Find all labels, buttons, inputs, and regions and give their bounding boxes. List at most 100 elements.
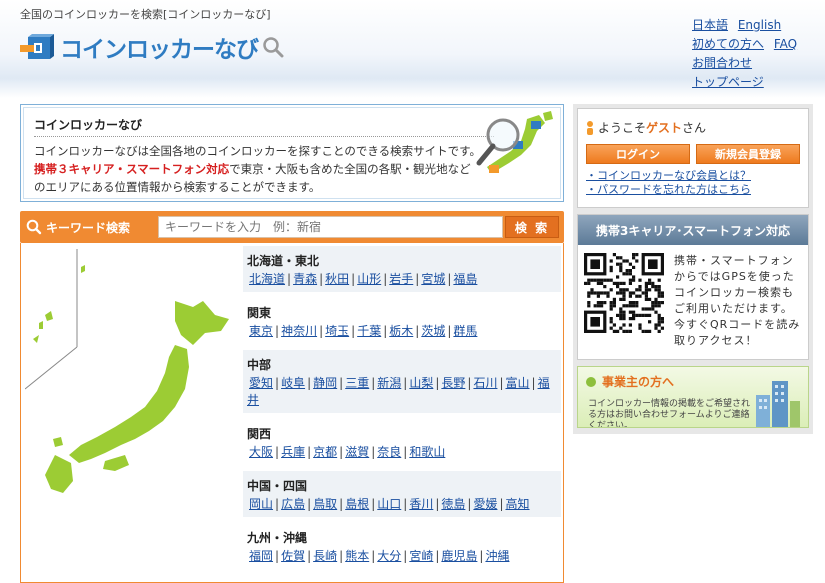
mobile-support-box: 携帯3キャリア･スマートフォン対応 携帯・スマートフォンからではGPSを使ったコ… — [577, 214, 809, 360]
guest-name: ゲスト — [646, 121, 683, 135]
prefecture-link[interactable]: 山梨 — [409, 376, 433, 390]
intro-text: コインロッカーなびは全国各地のコインロッカーを探すことのできる検索サイトです。 … — [34, 144, 482, 194]
keyword-search-input[interactable] — [158, 216, 503, 238]
prefecture-link[interactable]: 沖縄 — [485, 549, 509, 563]
prefecture-link[interactable]: 福岡 — [249, 549, 273, 563]
search-icon — [262, 36, 284, 61]
prefecture-link[interactable]: 北海道 — [249, 272, 285, 286]
prefecture-link[interactable]: 山形 — [357, 272, 381, 286]
prefecture-link[interactable]: 鹿児島 — [441, 549, 477, 563]
region-name: 北海道・東北 — [247, 254, 320, 268]
prefecture-link[interactable]: 栃木 — [389, 324, 413, 338]
prefecture-link[interactable]: 群馬 — [453, 324, 477, 338]
site-logo[interactable]: コインロッカーなび — [20, 30, 284, 64]
prefecture-link[interactable]: 新潟 — [377, 376, 401, 390]
prefecture-link[interactable]: 大分 — [377, 549, 401, 563]
prefecture-link[interactable]: 岡山 — [249, 497, 273, 511]
link-first-time[interactable]: 初めての方へ — [692, 37, 764, 51]
region-block: 関西 大阪 | 兵庫 | 京都 | 滋賀 | 奈良 | 和歌山 — [243, 419, 561, 465]
prefecture-link[interactable]: 三重 — [345, 376, 369, 390]
prefecture-link[interactable]: 東京 — [249, 324, 273, 338]
prefecture-link[interactable]: 秋田 — [325, 272, 349, 286]
region-block: 中部 愛知 | 岐阜 | 静岡 | 三重 | 新潟 | 山梨 | 長野 | 石川 | 富山 | 福井 — [243, 350, 561, 413]
mobile-support-heading: 携帯3キャリア･スマートフォン対応 — [578, 215, 808, 245]
link-faq[interactable]: FAQ — [774, 37, 797, 51]
prefecture-link[interactable]: 長野 — [441, 376, 465, 390]
prefecture-link[interactable]: 埼玉 — [325, 324, 349, 338]
prefecture-link[interactable]: 宮城 — [421, 272, 445, 286]
business-owner-title: 事業主の方へ — [586, 373, 674, 390]
buildings-icon — [752, 377, 802, 427]
region-block: 関東 東京 | 神奈川 | 埼玉 | 千葉 | 栃木 | 茨城 | 群馬 — [243, 298, 561, 344]
prefecture-link[interactable]: 千葉 — [357, 324, 381, 338]
prefecture-link[interactable]: 茨城 — [421, 324, 445, 338]
prefecture-link[interactable]: 愛媛 — [473, 497, 497, 511]
region-name: 中国・四国 — [247, 479, 308, 493]
magnifier-map-illustration — [465, 111, 555, 191]
business-owner-banner[interactable]: 事業主の方へ コインロッカー情報の掲載をご希望される方はお問い合わせフォームより… — [577, 366, 809, 428]
prefecture-link[interactable]: 山口 — [377, 497, 401, 511]
register-button[interactable]: 新規会員登録 — [696, 144, 800, 164]
prefecture-link[interactable]: 愛知 — [249, 376, 273, 390]
prefecture-link[interactable]: 徳島 — [441, 497, 465, 511]
intro-box: コインロッカーなび コインロッカーなびは全国各地のコインロッカーを探すことのでき… — [20, 104, 564, 202]
region-block: 中国・四国 岡山 | 広島 | 鳥取 | 島根 | 山口 | 香川 | 徳島 | 愛媛 | 高知 — [243, 471, 561, 517]
region-name: 中部 — [247, 358, 272, 372]
prefecture-link[interactable]: 広島 — [281, 497, 305, 511]
header: 全国のコインロッカーを検索[コインロッカーなび] コインロッカーなび 日本語 E… — [0, 0, 825, 98]
intro-highlight: 携帯３キャリア・スマートフォン対応 — [34, 162, 230, 176]
bullet-icon — [586, 376, 596, 387]
qr-code — [584, 253, 664, 333]
region-block: 九州・沖縄 福岡 | 佐賀 | 長崎 | 熊本 | 大分 | 宮崎 | 鹿児島 | 沖縄 — [243, 523, 561, 569]
prefecture-link[interactable]: 岐阜 — [281, 376, 305, 390]
prefecture-link[interactable]: 奈良 — [377, 445, 401, 459]
login-box: ようこそ ゲスト さん ログイン 新規会員登録 ・コインロッカーなび会員とは？ ・パ… — [577, 108, 809, 208]
prefecture-link[interactable]: 香川 — [409, 497, 433, 511]
prefecture-link[interactable]: 兵庫 — [281, 445, 305, 459]
region-list: 北海道・東北 北海道 | 青森 | 秋田 | 山形 | 岩手 | 宮城 | 福島 関東 東京 | 神奈川 | 埼玉 | 千… — [243, 246, 561, 575]
mobile-support-text: 携帯・スマートフォンからではGPSを使ったコインロッカー検索もご利用いただけます… — [674, 254, 801, 347]
link-japanese[interactable]: 日本語 — [692, 18, 728, 32]
prefecture-link[interactable]: 静岡 — [313, 376, 337, 390]
member-info-link[interactable]: ・コインロッカーなび会員とは？ — [586, 169, 751, 182]
japan-map[interactable] — [24, 249, 243, 499]
prefecture-link[interactable]: 熊本 — [345, 549, 369, 563]
prefecture-link[interactable]: 富山 — [506, 376, 530, 390]
sidebar: ようこそ ゲスト さん ログイン 新規会員登録 ・コインロッカーなび会員とは？ ・パ… — [573, 104, 813, 434]
prefecture-link[interactable]: 和歌山 — [409, 445, 445, 459]
region-name: 九州・沖縄 — [247, 531, 308, 545]
keyword-search-bar: キーワード検索 検 索 — [20, 211, 564, 243]
link-english[interactable]: English — [738, 18, 781, 32]
top-links: 日本語 English 初めての方へ FAQ お問合わせ トップページ — [692, 16, 803, 92]
prefecture-link[interactable]: 神奈川 — [281, 324, 317, 338]
login-button[interactable]: ログイン — [586, 144, 690, 164]
prefecture-link[interactable]: 石川 — [473, 376, 497, 390]
link-top-page[interactable]: トップページ — [692, 75, 764, 89]
logo-text: コインロッカーなび — [60, 37, 259, 63]
prefecture-link[interactable]: 鳥取 — [313, 497, 337, 511]
region-name: 関西 — [247, 427, 272, 441]
user-icon — [587, 120, 593, 135]
forgot-password-link[interactable]: ・パスワードを忘れた方はこちら — [586, 183, 751, 196]
link-contact[interactable]: お問合わせ — [692, 56, 752, 70]
prefecture-link[interactable]: 島根 — [345, 497, 369, 511]
prefecture-link[interactable]: 高知 — [506, 497, 530, 511]
prefecture-link[interactable]: 福島 — [453, 272, 477, 286]
search-button[interactable]: 検 索 — [505, 216, 559, 238]
locker-logo-icon — [20, 33, 54, 61]
business-owner-description: コインロッカー情報の掲載をご希望される方はお問い合わせフォームよりご連絡ください… — [588, 399, 751, 428]
prefecture-link[interactable]: 宮崎 — [409, 549, 433, 563]
prefecture-link[interactable]: 京都 — [313, 445, 337, 459]
welcome-message: ようこそ ゲスト さん — [586, 119, 800, 136]
region-name: 関東 — [247, 306, 272, 320]
prefecture-link[interactable]: 滋賀 — [345, 445, 369, 459]
region-map-panel: 北海道・東北 北海道 | 青森 | 秋田 | 山形 | 岩手 | 宮城 | 福島 関東 東京 | 神奈川 | 埼玉 | 千… — [20, 243, 564, 583]
prefecture-link[interactable]: 岩手 — [389, 272, 413, 286]
prefecture-link[interactable]: 佐賀 — [281, 549, 305, 563]
region-block: 北海道・東北 北海道 | 青森 | 秋田 | 山形 | 岩手 | 宮城 | 福島 — [243, 246, 561, 292]
prefecture-link[interactable]: 長崎 — [313, 549, 337, 563]
prefecture-link[interactable]: 大阪 — [249, 445, 273, 459]
tagline: 全国のコインロッカーを検索[コインロッカーなび] — [20, 8, 271, 21]
search-icon — [26, 219, 42, 235]
prefecture-link[interactable]: 青森 — [293, 272, 317, 286]
